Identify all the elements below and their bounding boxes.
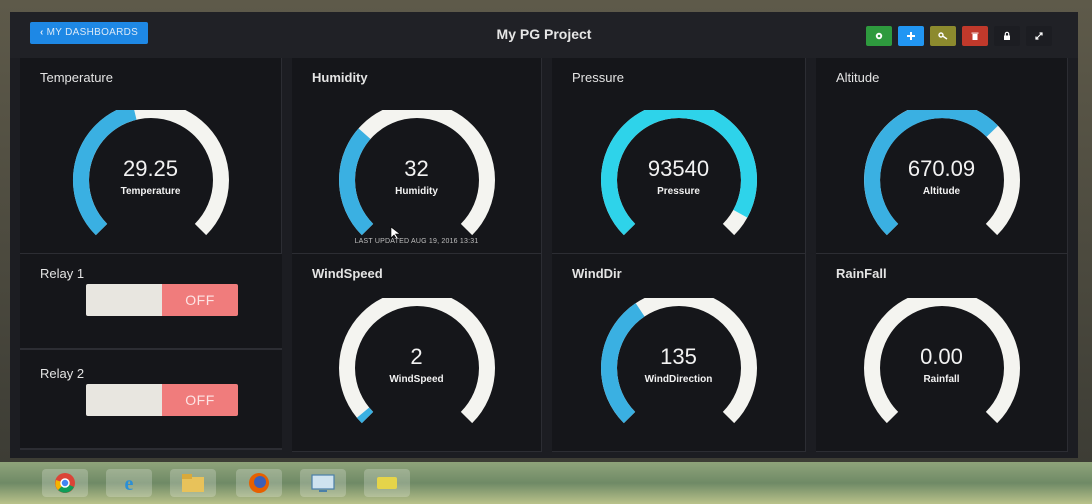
monitor-frame: ‹ MY DASHBOARDS My PG Project Temperatur… <box>0 0 1092 504</box>
key-icon <box>938 32 948 40</box>
lock-button[interactable] <box>994 26 1020 46</box>
rainfall-unit-label: Rainfall <box>923 374 960 385</box>
control-panel-icon <box>311 474 335 492</box>
widget-title: WindDir <box>572 266 622 281</box>
altitude-unit-label: Altitude <box>922 186 961 197</box>
winddir-unit-label: WindDirection <box>644 374 713 385</box>
widget-title: Temperature <box>40 70 113 85</box>
file-explorer-icon <box>182 474 204 492</box>
winddir-widget[interactable]: WindDir 135 WindDirection <box>552 254 806 452</box>
windspeed-widget[interactable]: WindSpeed 2 WindSpeed <box>292 254 542 452</box>
relay-1-widget: Relay 1 OFF <box>20 254 282 350</box>
chrome-taskbar-button[interactable] <box>42 469 88 497</box>
relay-2-widget: Relay 2 OFF <box>20 350 282 450</box>
chrome-icon <box>55 473 75 493</box>
plus-icon <box>907 32 915 40</box>
windspeed-value: 2 <box>410 344 423 369</box>
relay-2-state: OFF <box>162 384 238 416</box>
windspeed-unit-label: WindSpeed <box>389 374 444 385</box>
firefox-icon <box>249 473 269 493</box>
relay-1-toggle[interactable]: OFF <box>86 284 238 316</box>
last-updated-text: LAST UPDATED AUG 19, 2016 13:31 <box>354 238 479 245</box>
widget-grid: Temperature 29.25 Temperature Humidity 3… <box>20 58 1070 452</box>
temperature-value: 29.25 <box>122 156 179 181</box>
file-explorer-taskbar-button[interactable] <box>170 469 216 497</box>
fullscreen-button[interactable] <box>1026 26 1052 46</box>
temperature-widget[interactable]: Temperature 29.25 Temperature <box>20 58 282 254</box>
trash-icon <box>971 32 979 40</box>
pressure-widget[interactable]: Pressure 93540 Pressure <box>552 58 806 254</box>
pressure-value: 93540 <box>647 156 710 181</box>
humidity-widget[interactable]: Humidity 32 Humidity LAST UPDATED AUG 19… <box>292 58 542 254</box>
windows-taskbar: e <box>0 462 1092 504</box>
settings-button[interactable] <box>866 26 892 46</box>
expand-icon <box>1035 32 1043 40</box>
widget-title: Pressure <box>572 70 625 85</box>
toggle-knob <box>86 284 162 316</box>
share-key-button[interactable] <box>930 26 956 46</box>
temperature-unit-label: Temperature <box>120 186 181 197</box>
add-widget-button[interactable] <box>898 26 924 46</box>
widget-title: WindSpeed <box>312 266 383 281</box>
internet-explorer-icon: e <box>125 473 134 494</box>
humidity-value: 32 <box>404 156 429 181</box>
internet-explorer-taskbar-button[interactable]: e <box>106 469 152 497</box>
relay-column: Relay 1 OFF Relay 2 OFF <box>20 254 282 452</box>
pressure-unit-label: Pressure <box>657 186 700 197</box>
relay-1-state: OFF <box>162 284 238 316</box>
app-taskbar-button[interactable] <box>364 469 410 497</box>
control-panel-taskbar-button[interactable] <box>300 469 346 497</box>
humidity-unit-label: Humidity <box>395 186 438 197</box>
relay-2-label: Relay 2 <box>40 366 85 381</box>
toolbar <box>866 26 1052 46</box>
svg-text:e: e <box>125 473 134 494</box>
altitude-widget[interactable]: Altitude 670.09 Altitude <box>816 58 1068 254</box>
gauge-fill <box>356 407 373 424</box>
app-icon <box>377 477 397 489</box>
widget-title: Humidity <box>312 70 368 85</box>
dashboard-screen: ‹ MY DASHBOARDS My PG Project Temperatur… <box>10 12 1078 458</box>
gear-icon <box>875 32 883 40</box>
toggle-knob <box>86 384 162 416</box>
relay-1-label: Relay 1 <box>40 266 85 281</box>
widget-title: Altitude <box>836 70 880 85</box>
firefox-taskbar-button[interactable] <box>236 469 282 497</box>
lock-icon <box>1004 31 1010 40</box>
relay-2-toggle[interactable]: OFF <box>86 384 238 416</box>
widget-title: RainFall <box>836 266 887 281</box>
altitude-value: 670.09 <box>907 156 976 181</box>
delete-button[interactable] <box>962 26 988 46</box>
header-bar: ‹ MY DASHBOARDS My PG Project <box>10 12 1078 58</box>
winddir-value: 135 <box>660 344 697 369</box>
rainfall-widget[interactable]: RainFall 0.00 Rainfall <box>816 254 1068 452</box>
rainfall-value: 0.00 <box>920 344 963 369</box>
